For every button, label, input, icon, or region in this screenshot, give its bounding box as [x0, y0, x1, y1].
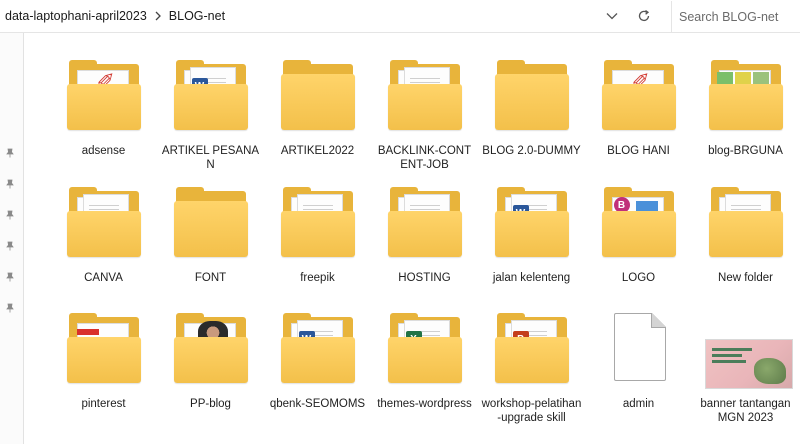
folder-item[interactable]: Pworkshop-pelatihan-upgrade skill	[478, 305, 585, 444]
item-label: qbenk-SEOMOMS	[269, 398, 366, 410]
item-label: New folder	[718, 272, 773, 284]
item-label: banner tantangan MGN 2023	[700, 398, 791, 424]
pin-icon[interactable]	[4, 178, 16, 190]
folder-item[interactable]: ✐ adsense	[50, 52, 157, 179]
folder-item[interactable]: HOSTING	[371, 179, 478, 305]
pin-icon[interactable]	[4, 240, 16, 252]
item-label: ARTIKEL2022	[280, 145, 355, 157]
chevron-right-icon[interactable]	[151, 9, 165, 24]
item-label: LOGO	[621, 272, 656, 284]
folder-icon: P	[489, 309, 575, 393]
image-file-item[interactable]: banner tantangan MGN 2023	[692, 305, 799, 444]
folder-item[interactable]: B LOGO	[585, 179, 692, 305]
pin-icon[interactable]	[4, 209, 16, 221]
item-label: PP-blog	[190, 398, 231, 410]
item-label: freepik	[300, 272, 335, 284]
folder-icon: B	[596, 183, 682, 267]
folder-item[interactable]: Wqbenk-SEOMOMS	[264, 305, 371, 444]
folder-icon	[275, 183, 361, 267]
folder-item[interactable]: BACKLINK-CONTENT-JOB	[371, 52, 478, 179]
folder-item[interactable]: ARTIKEL2022	[264, 52, 371, 179]
item-label: pinterest	[81, 398, 126, 410]
item-label: FONT	[194, 272, 227, 284]
banner-thumbnail	[704, 339, 793, 389]
item-label: CANVA	[84, 272, 123, 284]
breadcrumb-item-root[interactable]: data-laptophani-april2023	[0, 9, 151, 23]
pin-icon[interactable]	[4, 271, 16, 283]
item-label: HOSTING	[398, 272, 451, 284]
blank-file-icon	[613, 313, 666, 381]
folder-icon	[382, 56, 468, 140]
search-box[interactable]	[671, 1, 800, 32]
folder-item[interactable]: pinterest	[50, 305, 157, 444]
search-input[interactable]	[679, 9, 789, 24]
pin-icon[interactable]	[4, 302, 16, 314]
folder-icon: W	[275, 309, 361, 393]
pin-icon[interactable]	[4, 147, 16, 159]
address-bar: data-laptophani-april2023 BLOG-net	[0, 0, 800, 33]
folder-item[interactable]: freepik	[264, 179, 371, 305]
folder-icon: W	[489, 183, 575, 267]
folder-item[interactable]: blog-BRGUNA	[692, 52, 799, 179]
breadcrumb-item-current[interactable]: BLOG-net	[165, 9, 229, 23]
folder-icon	[703, 56, 789, 140]
folder-item[interactable]: W ARTIKEL PESANAN	[157, 52, 264, 179]
folder-icon	[703, 183, 789, 267]
folder-icon	[275, 56, 361, 140]
breadcrumb[interactable]: data-laptophani-april2023 BLOG-net	[0, 0, 664, 32]
folder-item[interactable]: BLOG 2.0-DUMMY	[478, 52, 585, 179]
folder-icon	[61, 183, 147, 267]
file-grid: ✐ adsense W ARTIKEL PESANAN ARTIKEL2022 BACKL…	[50, 52, 800, 444]
folder-icon: ✐	[61, 56, 147, 140]
folder-item[interactable]: Xthemes-wordpress	[371, 305, 478, 444]
folder-item[interactable]: Wjalan kelenteng	[478, 179, 585, 305]
folder-icon: X	[382, 309, 468, 393]
folder-item[interactable]: CANVA	[50, 179, 157, 305]
folder-icon	[382, 183, 468, 267]
item-label: BLOG 2.0-DUMMY	[482, 145, 581, 157]
folder-icon	[489, 56, 575, 140]
folder-icon	[168, 183, 254, 267]
item-label: blog-BRGUNA	[708, 145, 783, 157]
folder-item[interactable]: ✐ BLOG HANI	[585, 52, 692, 179]
item-label: workshop-pelatihan-upgrade skill	[481, 398, 582, 424]
file-item[interactable]: admin	[585, 305, 692, 444]
folder-icon	[168, 309, 254, 393]
folder-icon: ✐	[596, 56, 682, 140]
folder-icon: W	[168, 56, 254, 140]
image-thumbnail	[703, 309, 793, 393]
folder-icon	[61, 309, 147, 393]
item-label: ARTIKEL PESANAN	[161, 145, 260, 171]
item-label: adsense	[81, 145, 126, 157]
folder-item[interactable]: FONT	[157, 179, 264, 305]
item-label: admin	[622, 398, 655, 410]
folder-item[interactable]: PP-blog	[157, 305, 264, 444]
item-label: themes-wordpress	[377, 398, 472, 410]
folder-item[interactable]: New folder	[692, 179, 799, 305]
item-label: BLOG HANI	[607, 145, 670, 157]
item-label: BACKLINK-CONTENT-JOB	[377, 145, 472, 171]
refresh-icon[interactable]	[634, 6, 654, 26]
chevron-down-icon[interactable]	[602, 6, 622, 26]
navigation-pane[interactable]	[0, 33, 24, 444]
item-label: jalan kelenteng	[492, 272, 571, 284]
file-icon	[596, 309, 682, 393]
